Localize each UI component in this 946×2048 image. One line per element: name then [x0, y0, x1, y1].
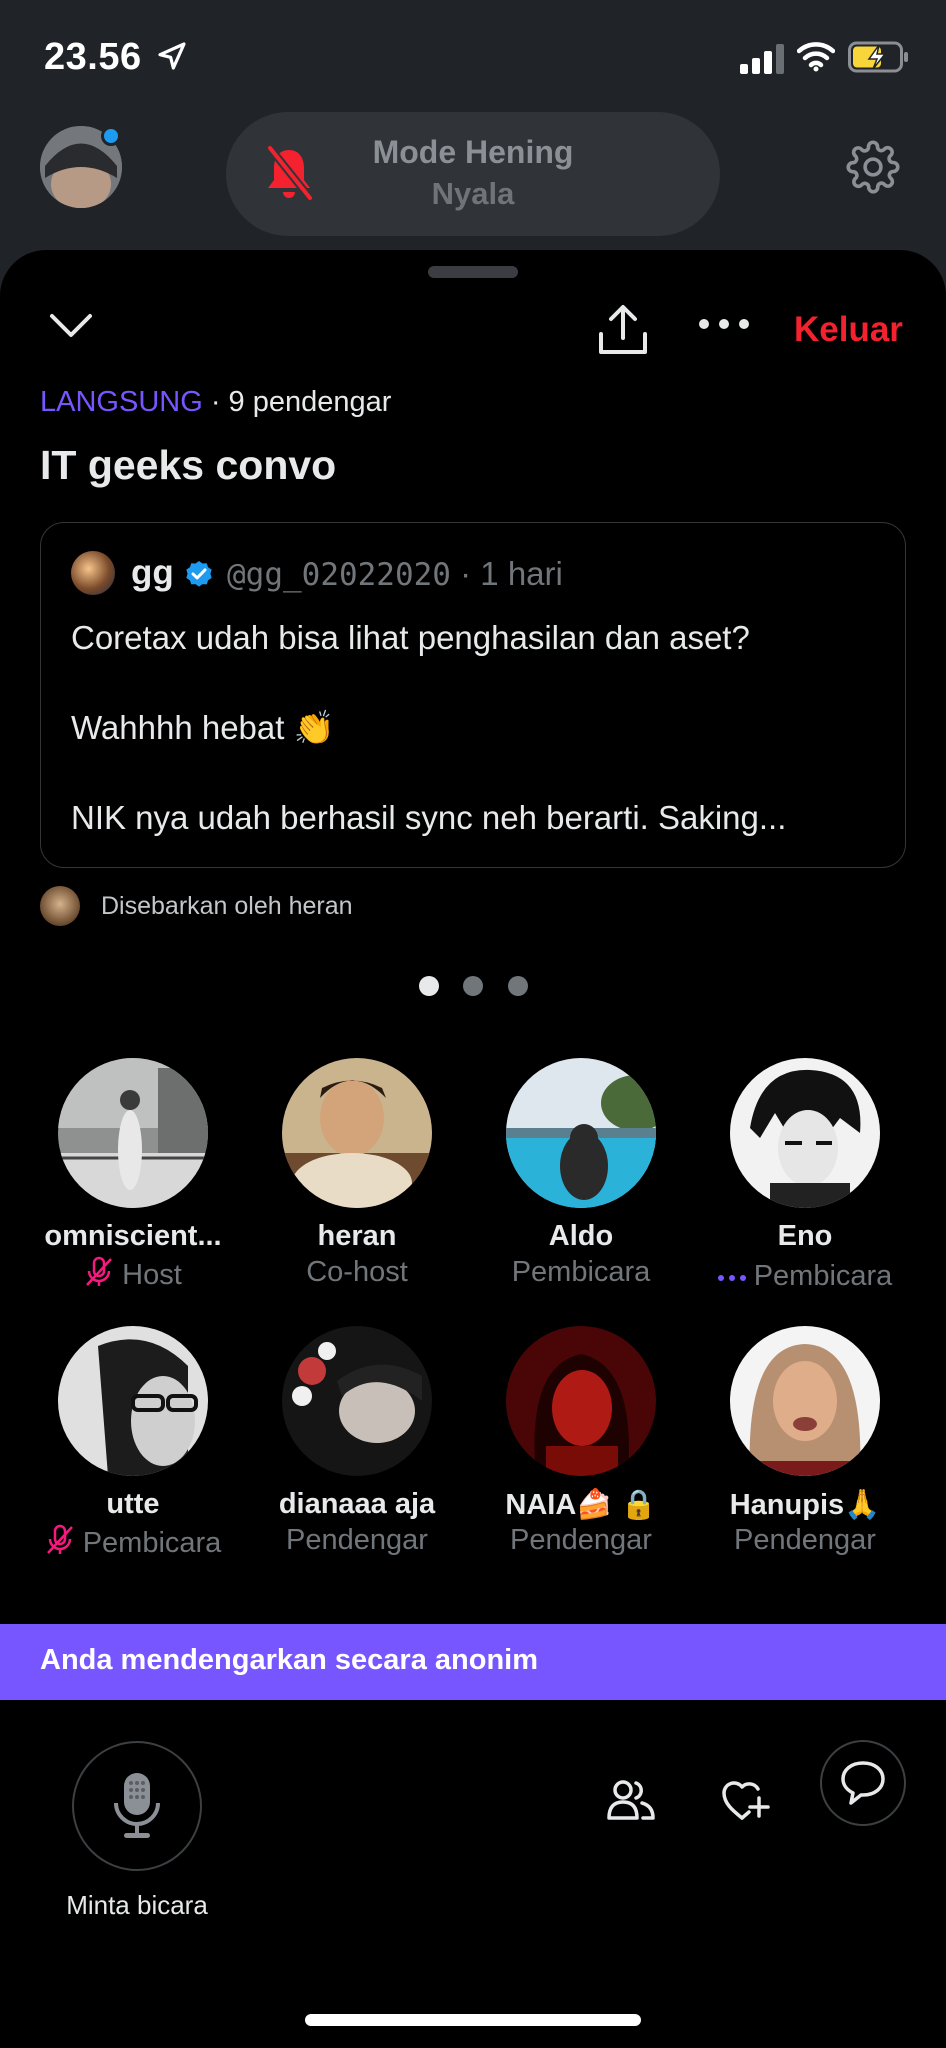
participant-card[interactable]: utte Pembicara — [21, 1326, 245, 1586]
sheet-grabber[interactable] — [428, 266, 518, 278]
live-status: LANGSUNG · 9 pendengar — [40, 386, 391, 419]
tweet-text-line: Coretax udah bisa lihat penghasilan dan … — [71, 619, 750, 656]
participant-role-text: Pendengar — [286, 1524, 428, 1556]
verified-badge-icon — [186, 561, 212, 587]
participant-card[interactable]: Eno Pembicara — [693, 1058, 917, 1318]
participant-role: Co-host — [245, 1256, 469, 1289]
participant-role-text: Pembicara — [511, 1256, 651, 1288]
chevron-down-icon[interactable] — [48, 312, 94, 340]
shared-by-text: Disebarkan oleh heran — [101, 892, 353, 920]
anonymous-listening-banner: Anda mendengarkan secara anonim — [0, 1624, 946, 1700]
participant-role: Pembicara — [21, 1524, 245, 1564]
participant-card[interactable]: NAIA🍰 🔒 Pendengar — [469, 1326, 693, 1586]
mode-title: Mode Hening — [372, 134, 574, 170]
status-time: 23.56 — [44, 36, 142, 78]
participant-avatar — [506, 1326, 656, 1476]
location-arrow-icon — [158, 42, 186, 70]
participant-card[interactable]: dianaaa aja Pendengar — [245, 1326, 469, 1586]
wifi-icon — [797, 42, 835, 72]
participant-card[interactable]: omniscient... Host — [21, 1058, 245, 1318]
battery-charging-icon — [848, 41, 908, 73]
participant-name: Aldo — [548, 1220, 614, 1252]
participant-role-text: Co-host — [306, 1256, 408, 1288]
request-to-speak-label: Minta bicara — [66, 1890, 208, 1920]
tweet-text-line: NIK nya udah berhasil sync neh berarti. … — [71, 799, 787, 836]
participant-role: Pendengar — [469, 1524, 693, 1557]
participant-card[interactable]: heran Co-host — [245, 1058, 469, 1318]
participant-card[interactable]: Hanupis🙏 Pendengar — [693, 1326, 917, 1586]
home-indicator[interactable] — [305, 2014, 641, 2026]
space-title: IT geeks convo — [40, 442, 337, 488]
live-label: LANGSUNG — [40, 386, 203, 418]
participant-avatar — [58, 1326, 208, 1476]
tweet-handle-time: @gg_02022020 · 1 hari — [227, 555, 563, 593]
tweet-time: · 1 hari — [460, 555, 563, 592]
mic-off-icon — [84, 1256, 114, 1296]
leave-button[interactable]: Keluar — [794, 310, 903, 350]
page-dot[interactable] — [463, 976, 483, 996]
microphone-icon — [114, 1773, 160, 1838]
status-bar: 23.56 — [0, 0, 946, 115]
participant-role: Pembicara — [693, 1256, 917, 1293]
space-sheet: Keluar LANGSUNG · 9 pendengar IT geeks c… — [0, 250, 946, 2048]
participant-card[interactable]: Aldo Pembicara — [469, 1058, 693, 1318]
anonymous-banner-text: Anda mendengarkan secara anonim — [40, 1644, 538, 1676]
participant-role: Pembicara — [469, 1256, 693, 1289]
participant-name: omniscient... — [44, 1220, 222, 1252]
page-dot-active[interactable] — [419, 976, 439, 996]
mode-status: Nyala — [431, 176, 515, 211]
more-options-icon[interactable] — [698, 318, 750, 330]
notification-dot — [101, 126, 121, 146]
cellular-signal-icon — [740, 44, 784, 74]
tweet-author-handle: @gg_02022020 — [227, 557, 451, 593]
pagination-dots[interactable] — [0, 976, 946, 1000]
participant-avatar — [282, 1326, 432, 1476]
pinned-tweet-card[interactable]: gg @gg_02022020 · 1 hari Coretax udah bi… — [40, 522, 906, 868]
silent-mode-toggle[interactable]: Mode Hening Nyala — [226, 112, 720, 236]
participant-name: dianaaa aja — [278, 1488, 436, 1520]
speaking-dots-icon — [717, 1256, 746, 1289]
participant-name: utte — [106, 1488, 160, 1520]
participant-role-text: Pendengar — [510, 1524, 652, 1556]
participant-role-text: Pembicara — [82, 1527, 222, 1559]
participant-avatar — [506, 1058, 656, 1208]
tweet-author-name: gg — [131, 553, 174, 592]
participant-name: Hanupis🙏 — [729, 1489, 881, 1521]
participants-icon[interactable] — [606, 1778, 656, 1822]
share-icon[interactable] — [596, 304, 650, 356]
participant-avatar — [730, 1058, 880, 1208]
participant-role: Pendengar — [693, 1524, 917, 1557]
participant-role-text: Pendengar — [734, 1524, 876, 1556]
participant-avatar — [58, 1058, 208, 1208]
participant-avatar — [282, 1058, 432, 1208]
tweet-text-line: Wahhhh hebat 👏 — [71, 709, 335, 746]
chat-bubble-icon — [841, 1761, 885, 1805]
participant-name: Eno — [777, 1220, 833, 1252]
settings-gear-icon[interactable] — [846, 140, 900, 194]
participant-role: Host — [21, 1256, 245, 1296]
participant-role-text: Host — [122, 1259, 182, 1291]
request-to-speak-button[interactable] — [72, 1741, 202, 1871]
page-dot[interactable] — [508, 976, 528, 996]
participant-name: NAIA🍰 🔒 — [505, 1489, 657, 1521]
mic-off-icon — [45, 1524, 75, 1564]
participant-avatar — [730, 1326, 880, 1476]
participant-role: Pendengar — [245, 1524, 469, 1557]
tweet-author-avatar — [71, 551, 115, 595]
heart-reaction-icon[interactable] — [722, 1778, 772, 1822]
listener-count: · 9 pendengar — [210, 386, 392, 418]
sharer-avatar — [40, 886, 80, 926]
participant-name: heran — [317, 1220, 397, 1252]
comments-button[interactable] — [820, 1740, 906, 1826]
participant-role-text: Pembicara — [753, 1260, 893, 1292]
